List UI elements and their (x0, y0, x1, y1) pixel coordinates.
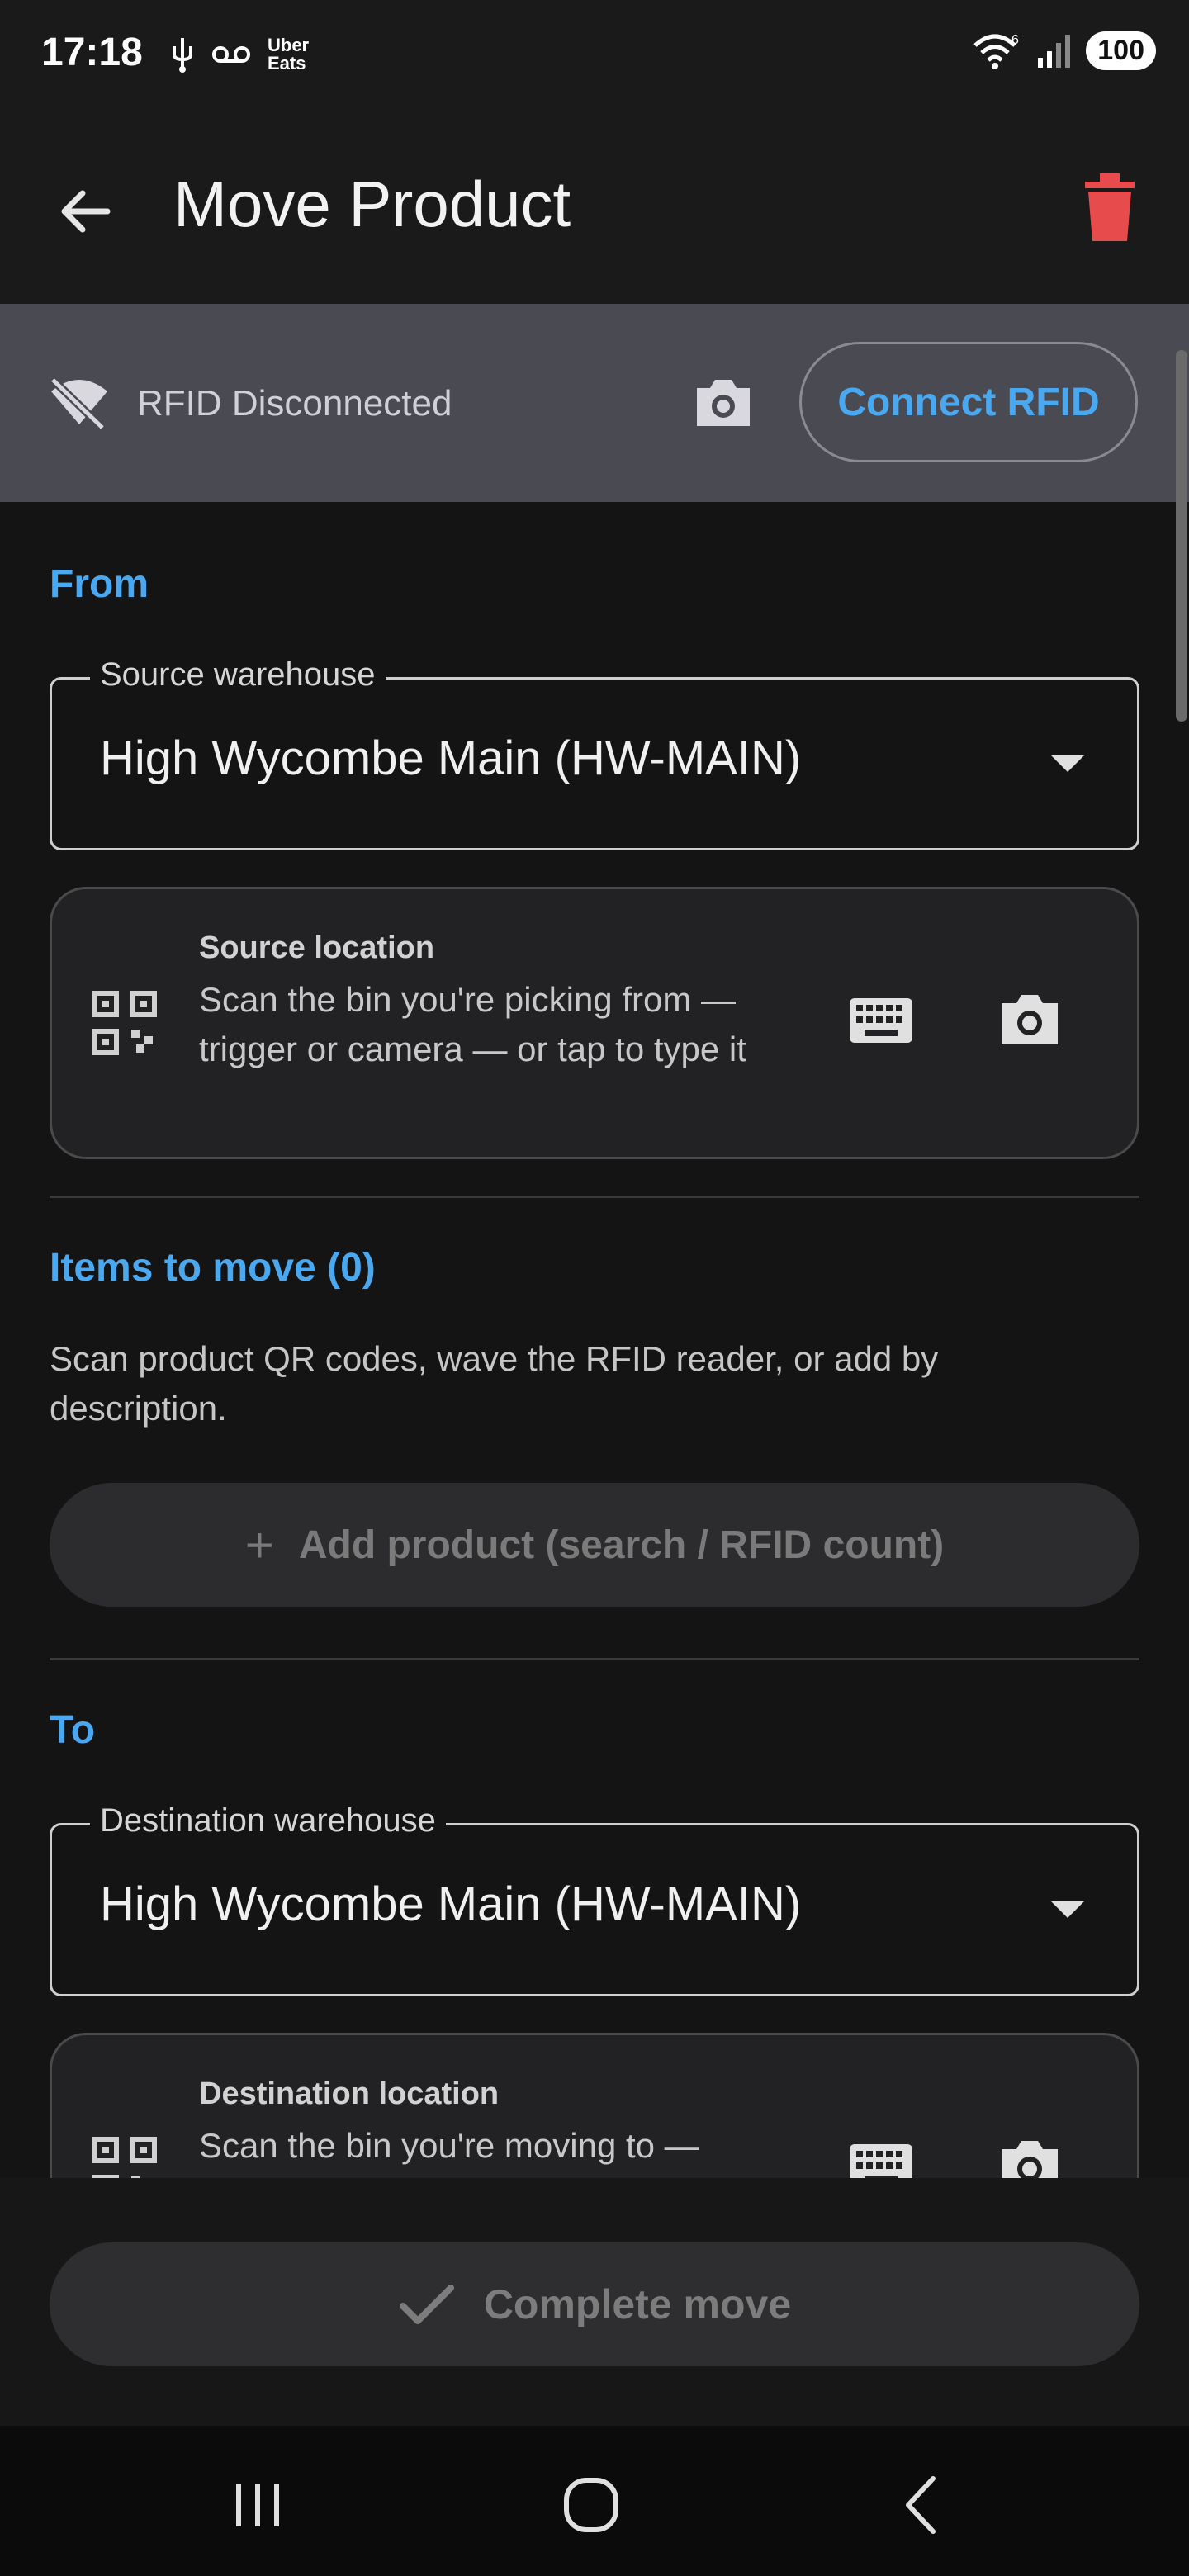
back-arrow-icon[interactable] (53, 178, 119, 244)
source-warehouse-label: Source warehouse (90, 656, 386, 694)
recent-apps-icon[interactable] (225, 2472, 291, 2538)
destination-warehouse-label: Destination warehouse (90, 1802, 446, 1840)
home-icon[interactable] (558, 2472, 624, 2538)
to-section-title: To (50, 1708, 96, 1752)
usb-icon (173, 38, 192, 73)
voicemail-icon (212, 46, 250, 63)
camera-icon[interactable] (997, 2136, 1063, 2178)
wifi-off-icon (50, 376, 107, 429)
complete-move-label: Complete move (483, 2281, 792, 2327)
status-time: 17:18 (41, 31, 143, 74)
destination-warehouse-dropdown[interactable]: Destination warehouse High Wycombe Main … (50, 1802, 1139, 1996)
plus-icon: + (244, 1517, 274, 1573)
source-location-card[interactable]: Source location Scan the bin you're pick… (50, 887, 1139, 1159)
svg-text:6: 6 (1011, 33, 1019, 47)
dropdown-arrow-icon (1051, 1901, 1084, 1918)
camera-icon[interactable] (692, 375, 755, 431)
trash-icon[interactable] (1077, 170, 1143, 244)
status-system-icons: 6 100 (972, 31, 1156, 70)
source-warehouse-value: High Wycombe Main (HW-MAIN) (100, 732, 802, 785)
camera-icon[interactable] (997, 990, 1063, 1049)
qr-code-icon (92, 991, 157, 1055)
keyboard-icon[interactable] (848, 2143, 914, 2178)
system-navigation-bar (0, 2426, 1189, 2576)
destination-location-description: Scan the bin you're moving to — (199, 2126, 699, 2165)
scrollbar[interactable] (1176, 350, 1187, 722)
add-product-label: Add product (search / RFID count) (298, 1522, 945, 1567)
source-location-heading: Source location (199, 930, 435, 965)
keyboard-icon[interactable] (848, 997, 914, 1044)
status-bar: 17:18 Uber Eats 6 100 (0, 0, 1189, 112)
add-product-button[interactable]: + Add product (search / RFID count) (50, 1483, 1139, 1607)
from-section-title: From (50, 562, 149, 606)
destination-location-card[interactable]: Destination location Scan the bin you're… (50, 2033, 1139, 2178)
scroll-content[interactable]: From Source warehouse High Wycombe Main … (0, 502, 1189, 2178)
items-hint-text: Scan product QR codes, wave the RFID rea… (50, 1339, 939, 1428)
rfid-status-bar: RFID Disconnected Connect RFID (0, 304, 1189, 502)
rfid-status-text: RFID Disconnected (137, 383, 452, 424)
source-warehouse-dropdown[interactable]: Source warehouse High Wycombe Main (HW-M… (50, 656, 1139, 850)
dropdown-arrow-icon (1051, 755, 1084, 772)
battery-indicator: 100 (1086, 31, 1156, 70)
back-nav-icon[interactable] (890, 2472, 956, 2538)
status-notification-icons: Uber Eats (170, 36, 309, 73)
divider (50, 1658, 1139, 1660)
wifi-icon: 6 (973, 33, 1019, 69)
destination-location-heading: Destination location (199, 2076, 500, 2111)
connect-rfid-button[interactable]: Connect RFID (799, 342, 1138, 462)
qr-code-icon (92, 2137, 157, 2178)
signal-icon (1038, 34, 1071, 68)
page-title: Move Product (173, 168, 571, 240)
check-icon (399, 2285, 454, 2324)
app-bar: Move Product (0, 112, 1189, 304)
uber-eats-icon: Uber Eats (268, 35, 310, 73)
divider (50, 1196, 1139, 1198)
bottom-action-area: Complete move (0, 2178, 1189, 2426)
destination-warehouse-value: High Wycombe Main (HW-MAIN) (100, 1878, 802, 1931)
source-location-description: Scan the bin you're picking from — trigg… (199, 980, 746, 1068)
items-section-title: Items to move (0) (50, 1246, 376, 1290)
complete-move-button[interactable]: Complete move (50, 2242, 1139, 2366)
